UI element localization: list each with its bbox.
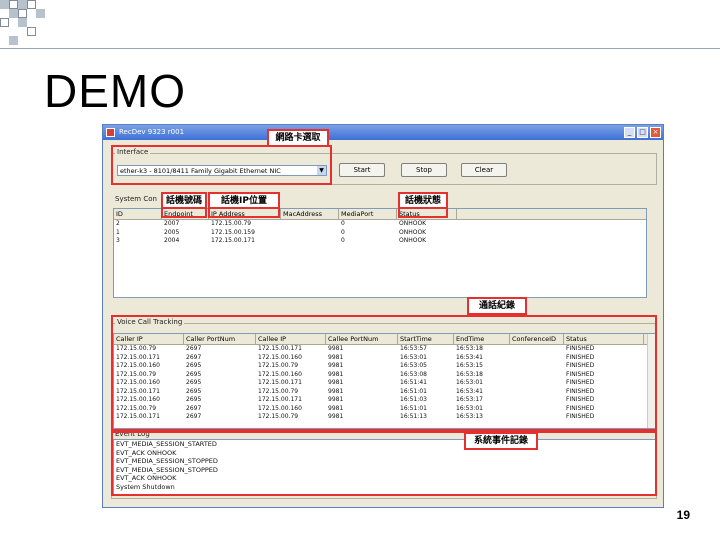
cell-id: 2 bbox=[116, 220, 120, 227]
close-button[interactable]: × bbox=[650, 127, 661, 138]
slide-title: DEMO bbox=[44, 65, 186, 117]
deco-square bbox=[9, 0, 18, 9]
deco-square bbox=[36, 9, 45, 18]
cell-endpoint: 2005 bbox=[164, 228, 180, 236]
cell-status: ONHOOK bbox=[399, 237, 427, 244]
phone-ip-callout: 話機IP位置 bbox=[208, 192, 280, 209]
table-row[interactable]: 2 2007 172.15.00.79 0 ONHOOK bbox=[114, 220, 646, 229]
deco-square bbox=[18, 0, 27, 9]
page-number: 19 bbox=[676, 508, 690, 522]
cell-endpoint: 2004 bbox=[164, 237, 180, 244]
deco-square bbox=[27, 27, 36, 36]
phone-status-callout: 話機狀態 bbox=[398, 192, 448, 209]
maximize-button[interactable]: □ bbox=[637, 127, 648, 138]
table-row[interactable]: 3 2004 172.15.00.171 0 ONHOOK bbox=[114, 237, 646, 246]
cell-endpoint: 2007 bbox=[164, 220, 180, 227]
deco-square bbox=[0, 18, 9, 27]
cell-port: 0 bbox=[341, 237, 345, 244]
column-header[interactable]: MediaPort bbox=[339, 209, 397, 219]
event-record-highlight bbox=[111, 431, 657, 496]
column-header[interactable]: MacAddress bbox=[281, 209, 339, 219]
system-config-label: System Con bbox=[113, 195, 159, 203]
deco-square bbox=[0, 0, 9, 9]
cell-id: 3 bbox=[116, 237, 120, 244]
cell-port: 0 bbox=[341, 220, 345, 227]
deco-square bbox=[9, 9, 18, 18]
cell-status: ONHOOK bbox=[399, 228, 427, 236]
column-header[interactable]: ID bbox=[114, 209, 162, 219]
system-config-table[interactable]: ID Endpoint IP Address MacAddress MediaP… bbox=[113, 208, 647, 298]
nic-select-highlight bbox=[111, 145, 332, 185]
window-titlebar[interactable]: RecDev 9323 r001 _ □ × bbox=[103, 125, 663, 140]
cell-mac bbox=[281, 237, 339, 246]
deco-square bbox=[18, 9, 27, 18]
cell-ip: 172.15.00.79 bbox=[211, 220, 252, 227]
call-record-callout: 通話紀錄 bbox=[467, 297, 527, 315]
window-title: RecDev 9323 r001 bbox=[119, 128, 185, 136]
call-record-highlight bbox=[111, 315, 657, 431]
header-rule bbox=[0, 48, 720, 49]
clear-button[interactable]: Clear bbox=[461, 163, 507, 177]
start-button[interactable]: Start bbox=[339, 163, 385, 177]
deco-square bbox=[9, 36, 18, 45]
cell-ip: 172.15.00.159 bbox=[211, 228, 255, 236]
app-icon bbox=[106, 128, 115, 137]
deco-square bbox=[27, 0, 36, 9]
cell-id: 1 bbox=[116, 228, 120, 236]
minimize-button[interactable]: _ bbox=[624, 127, 635, 138]
cell-mac bbox=[281, 229, 339, 238]
deco-square bbox=[18, 18, 27, 27]
cell-status: ONHOOK bbox=[399, 220, 427, 227]
nic-select-callout: 網路卡選取 bbox=[267, 129, 329, 147]
table-row[interactable]: 1 2005 172.15.00.159 0 ONHOOK bbox=[114, 229, 646, 238]
cell-port: 0 bbox=[341, 228, 345, 236]
stop-button[interactable]: Stop bbox=[401, 163, 447, 177]
cell-mac bbox=[281, 220, 339, 229]
phone-number-callout: 話機號碼 bbox=[161, 192, 207, 209]
cell-ip: 172.15.00.171 bbox=[211, 237, 255, 244]
